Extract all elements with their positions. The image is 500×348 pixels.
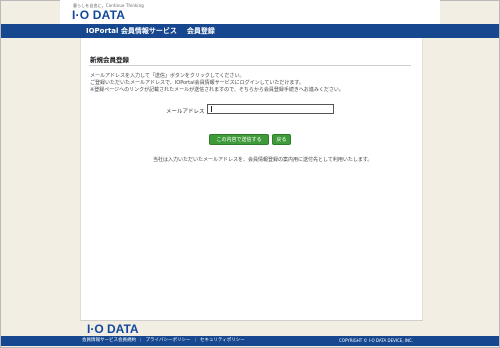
footer-link-terms[interactable]: 会員情報サービス会員規約: [82, 338, 136, 343]
submit-button[interactable]: この内容で送信する: [209, 134, 269, 145]
instruction-line-1: メールアドレスを入力して「送信」ボタンをクリックしてください。: [90, 73, 245, 79]
title-divider: [89, 65, 411, 66]
page-title: 新規会員登録: [90, 56, 129, 64]
header-service-name: IOPortal 会員情報サービス: [86, 27, 177, 35]
header-title: IOPortal 会員情報サービス 会員登録: [86, 25, 215, 37]
instruction-line-2: ご登録いただいたメールアドレスで、IOPortal会員情報サービスにログインして…: [90, 80, 304, 86]
footer-link-privacy[interactable]: プライバシーポリシー: [146, 338, 191, 343]
text-caret: [211, 106, 212, 112]
footer-separator: |: [194, 338, 196, 343]
instruction-line-3: ※登録ページへのリンクが記載されたメールが送信されますので、そちらから会員登録手…: [90, 87, 344, 93]
privacy-note: 当社は入力いただいたメールアドレスを、会員情報登録の案内用に送付先として利用いた…: [153, 157, 373, 163]
footer-separator: |: [140, 338, 142, 343]
footer-divider: [80, 320, 423, 321]
email-field[interactable]: [207, 104, 334, 114]
back-button[interactable]: 戻る: [272, 134, 291, 145]
email-label: メールアドレス: [166, 109, 205, 115]
footer-link-security[interactable]: セキュリティポリシー: [200, 338, 245, 343]
io-data-logo[interactable]: I·O DATA: [72, 8, 125, 22]
copyright: COPYRIGHT © I-O DATA DEVICE, INC.: [339, 338, 414, 343]
footer-links: 会員情報サービス会員規約 | プライバシーポリシー | セキュリティポリシー: [82, 337, 245, 345]
header-bar: [1, 24, 499, 38]
footer-logo[interactable]: I·O DATA: [87, 322, 139, 336]
footer-bar: [1, 336, 499, 346]
header-page-name: 会員登録: [186, 27, 215, 35]
